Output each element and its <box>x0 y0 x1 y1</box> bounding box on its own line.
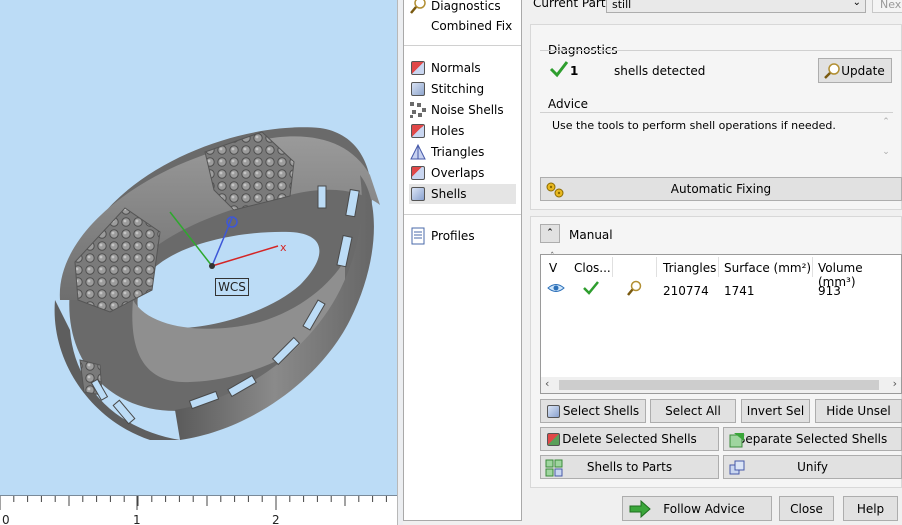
tree-item-holes[interactable]: Holes <box>409 121 464 141</box>
collapse-manual-button[interactable]: ˆ <box>540 224 560 243</box>
row-surface: 1741 <box>724 284 755 298</box>
gears-icon <box>545 181 564 199</box>
ruler-number-2: 2 <box>272 513 280 525</box>
follow-advice-button[interactable]: Follow Advice <box>622 496 772 521</box>
close-button[interactable]: Close <box>779 496 834 521</box>
overlaps-cube-icon <box>409 164 427 182</box>
horizontal-scrollbar[interactable]: ‹ › <box>541 377 901 393</box>
automatic-fixing-button[interactable]: Automatic Fixing <box>540 177 902 201</box>
col-surface[interactable]: Surface (mm²) <box>724 261 811 275</box>
holes-cube-icon <box>409 122 427 140</box>
zoom-to-shell-icon[interactable] <box>625 280 643 301</box>
shells-detected-text: shells detected <box>614 64 706 78</box>
tree-item-stitching[interactable]: Stitching <box>409 79 484 99</box>
ring-model: x <box>54 127 380 440</box>
select-shells-button[interactable]: Select Shells <box>540 399 646 423</box>
magnifier-icon <box>409 0 427 15</box>
normals-cube-icon <box>409 59 427 77</box>
col-closed[interactable]: Clos... <box>574 261 611 275</box>
advice-title: Advice <box>548 97 589 111</box>
table-row[interactable]: 210774 1741 913 <box>541 280 901 300</box>
shell-count: 1 <box>570 64 579 78</box>
select-all-button[interactable]: Select All <box>650 399 736 423</box>
scroll-thumb[interactable] <box>559 380 879 390</box>
col-triangles[interactable]: Triangles <box>663 261 716 275</box>
stitching-cube-icon <box>409 80 427 98</box>
shells-panel: Current Part: still ⌄ Nex Diagnostics 1 … <box>523 0 902 525</box>
shells-cube-icon <box>409 185 427 203</box>
help-button[interactable]: Help <box>843 496 898 521</box>
eye-icon[interactable] <box>547 281 565 298</box>
combined-fix-icon <box>409 17 427 35</box>
separate-selected-shells-button[interactable]: Separate Selected Shells <box>723 427 902 451</box>
advice-text: Use the tools to perform shell operation… <box>552 119 836 132</box>
shells-to-parts-icon <box>545 459 563 477</box>
tree-item-profiles[interactable]: Profiles <box>409 226 475 246</box>
closed-check-icon <box>582 280 600 299</box>
profiles-document-icon <box>409 227 427 245</box>
unify-cubes-icon <box>728 459 746 477</box>
manual-title: Manual <box>569 228 613 242</box>
update-button[interactable]: Update <box>818 58 892 83</box>
chevron-down-icon: ⌄ <box>852 0 861 8</box>
sort-up-icon: ˆ <box>550 252 555 262</box>
scroll-left-icon[interactable]: ‹ <box>545 377 549 390</box>
next-button[interactable]: Nex <box>872 0 902 13</box>
col-visible[interactable]: V <box>549 261 557 275</box>
ruler-number-0: 0 <box>2 513 10 525</box>
tree-item-normals[interactable]: Normals <box>409 58 481 78</box>
tree-item-shells[interactable]: Shells <box>409 184 516 204</box>
arrow-right-icon <box>629 499 651 519</box>
row-triangles: 210774 <box>663 284 709 298</box>
wcs-label: WCS <box>215 278 249 296</box>
separate-arrow-icon <box>728 431 746 449</box>
current-part-label: Current Part: <box>533 0 610 10</box>
delete-selected-shells-button[interactable]: Delete Selected Shells <box>540 427 719 451</box>
ruler: 0 1 2 <box>0 495 397 525</box>
hide-unselected-button[interactable]: Hide Unsel <box>815 399 902 423</box>
fix-tree: Diagnostics Combined Fix Normals Stitchi… <box>403 0 522 521</box>
check-icon <box>549 60 569 81</box>
triangles-icon <box>409 143 427 161</box>
shells-to-parts-button[interactable]: Shells to Parts <box>540 455 719 479</box>
invert-selection-button[interactable]: Invert Sel <box>741 399 810 423</box>
chevron-up-icon: ˆ <box>547 227 553 240</box>
ruler-number-1: 1 <box>133 513 141 525</box>
shells-list[interactable]: V ˆ Clos... Triangles Surface (mm²) Volu… <box>540 252 902 394</box>
select-cube-icon <box>545 403 563 421</box>
3d-viewport[interactable]: x WCS 0 1 2 <box>0 0 397 525</box>
unify-button[interactable]: Unify <box>723 455 902 479</box>
axis-x-label: x <box>280 241 287 254</box>
row-volume: 913 <box>818 284 841 298</box>
current-part-select[interactable]: still ⌄ <box>606 0 866 13</box>
list-header: V ˆ Clos... Triangles Surface (mm²) Volu… <box>541 252 901 289</box>
advice-scrollbar[interactable]: ⌃ ⌄ <box>879 117 893 169</box>
tree-item-combined-fix[interactable]: Combined Fix <box>409 16 512 36</box>
tree-item-noise-shells[interactable]: Noise Shells <box>409 100 504 120</box>
tree-item-overlaps[interactable]: Overlaps <box>409 163 484 183</box>
tree-item-triangles[interactable]: Triangles <box>409 142 484 162</box>
magnifier-icon <box>823 62 841 80</box>
scroll-right-icon[interactable]: › <box>893 377 897 390</box>
delete-cube-icon <box>545 431 563 449</box>
tree-item-diagnostics[interactable]: Diagnostics <box>409 0 501 16</box>
advice-box: Use the tools to perform shell operation… <box>540 112 893 170</box>
noise-shells-icon <box>409 101 427 119</box>
